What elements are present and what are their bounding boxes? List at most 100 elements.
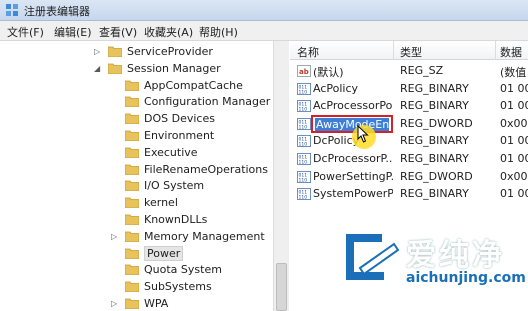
- value-data: 01 00: [500, 152, 528, 165]
- svg-text:110: 110: [299, 124, 308, 130]
- expand-arrow-icon[interactable]: ▷: [111, 299, 120, 308]
- binary-value-icon: 011 110: [297, 100, 311, 113]
- tree-node-label: Power: [144, 245, 184, 261]
- tree-node-label: ServiceProvider: [127, 45, 213, 58]
- watermark: 爱纯净 aichunjing.com: [340, 228, 528, 311]
- tree-node[interactable]: AppCompatCache: [111, 77, 243, 94]
- tree-node-label: DOS Devices: [144, 112, 215, 126]
- value-name: PowerSettingP...: [313, 169, 393, 183]
- value-row[interactable]: 011110DcPolicyREG_BINARY01 00: [290, 132, 528, 150]
- tree-node[interactable]: Power: [111, 245, 184, 262]
- folder-icon: [125, 180, 139, 192]
- tree-node[interactable]: ◢ Session Manager: [94, 60, 221, 77]
- value-type: REG_BINARY: [400, 187, 469, 201]
- value-row[interactable]: 011110AcProcessorPo... REG_BINARY 01 00: [290, 97, 528, 115]
- column-type-header[interactable]: 类型: [400, 44, 422, 60]
- svg-text:110: 110: [299, 195, 308, 201]
- folder-icon: [125, 281, 139, 293]
- value-data: 0x000: [500, 169, 528, 183]
- value-data: 0x000: [500, 116, 528, 130]
- folder-icon: [108, 63, 122, 74]
- column-name-header[interactable]: 名称: [297, 44, 319, 60]
- menu-favorites[interactable]: 收藏夹(A): [144, 24, 193, 40]
- registry-editor-icon: [6, 4, 18, 16]
- mouse-cursor-highlight: [352, 125, 376, 149]
- tree-node[interactable]: Quota System: [111, 261, 222, 278]
- tree-node[interactable]: ▷ WPA: [111, 295, 168, 311]
- tree-node-label: SubSystems: [144, 280, 212, 294]
- tree-node[interactable]: ▷ Memory Management: [111, 228, 265, 245]
- folder-icon: [125, 147, 139, 158]
- rename-input[interactable]: AwayModeEna...: [311, 114, 393, 133]
- menu-help[interactable]: 帮助(H): [199, 24, 238, 40]
- watermark-logo-icon: [346, 234, 400, 280]
- value-row[interactable]: 011110DcProcessorP... REG_BINARY 01 00: [290, 150, 528, 168]
- tree-node[interactable]: FileRenameOperations: [111, 161, 268, 178]
- folder-icon: [125, 130, 139, 141]
- menu-edit[interactable]: 编辑(E): [54, 24, 92, 40]
- tree-node[interactable]: Executive: [111, 144, 198, 161]
- menu-view[interactable]: 查看(V): [99, 24, 137, 40]
- folder-icon: [125, 248, 139, 259]
- value-type: REG_BINARY: [400, 152, 469, 165]
- binary-value-icon: 011 110: [297, 117, 311, 130]
- folder-icon: [125, 96, 139, 108]
- expand-arrow-icon[interactable]: ▷: [94, 47, 103, 56]
- svg-text:110: 110: [299, 177, 308, 183]
- tree-node-label: Quota System: [144, 263, 222, 277]
- pointer-icon: [357, 125, 369, 143]
- value-row[interactable]: 011110PowerSettingP... REG_DWORD 0x000: [290, 168, 528, 186]
- value-row[interactable]: ab (默认) REG_SZ (数值: [290, 62, 528, 80]
- value-type: REG_BINARY: [400, 99, 469, 113]
- value-name: SystemPowerP...: [313, 187, 393, 201]
- svg-text:110: 110: [299, 142, 308, 148]
- tree-node[interactable]: I/O System: [111, 177, 204, 194]
- tree-node[interactable]: ▷ ServiceProvider: [94, 43, 213, 60]
- expand-arrow-icon[interactable]: ◢: [94, 64, 103, 73]
- tree-node-label: WPA: [144, 297, 169, 310]
- value-type: REG_BINARY: [400, 134, 469, 148]
- binary-value-icon: 011 110: [297, 135, 311, 148]
- value-row[interactable]: 011110SystemPowerP... REG_BINARY 01 00: [290, 185, 528, 203]
- menu-bar: 文件(F) 编辑(E) 查看(V) 收藏夹(A) 帮助(H): [0, 21, 528, 41]
- svg-text:110: 110: [299, 107, 308, 113]
- tree-scrollbar-thumb[interactable]: [276, 263, 287, 311]
- tree-node-label: AppCompatCache: [144, 78, 243, 92]
- tree-node[interactable]: Configuration Manager: [111, 93, 270, 110]
- tree-node[interactable]: DOS Devices: [111, 110, 215, 127]
- tree-node[interactable]: SubSystems: [111, 278, 212, 295]
- tree-scrollbar[interactable]: [273, 41, 289, 311]
- value-row[interactable]: 011110 AwayModeEna... REG_DWORD 0x000: [290, 114, 528, 133]
- tree-node-label: KnownDLLs: [144, 213, 208, 226]
- value-data: 01 00: [500, 99, 528, 113]
- value-type: REG_DWORD: [400, 169, 473, 183]
- folder-icon: [125, 231, 139, 242]
- tree-node-label: Environment: [144, 129, 215, 142]
- tree-node[interactable]: KnownDLLs: [111, 211, 207, 228]
- tree-node-label: FileRenameOperations: [144, 162, 268, 176]
- list-header: 名称 类型 数据: [290, 41, 528, 60]
- svg-text:110: 110: [299, 160, 308, 166]
- tree-node-label: Session Manager: [127, 61, 221, 75]
- binary-value-icon: 011 110: [297, 170, 311, 183]
- string-value-icon: ab: [297, 65, 311, 77]
- watermark-brand: 爱纯净: [406, 238, 505, 273]
- folder-icon: [125, 164, 139, 175]
- value-name: DcProcessorP...: [313, 152, 393, 165]
- binary-value-icon: 011 110: [297, 188, 311, 201]
- tree-node[interactable]: Environment: [111, 127, 214, 144]
- window-title: 注册表编辑器: [24, 5, 90, 18]
- value-name: (默认): [313, 66, 344, 79]
- title-bar: 注册表编辑器: [0, 0, 528, 21]
- menu-file[interactable]: 文件(F): [7, 24, 44, 40]
- value-row[interactable]: 011110AcPolicy REG_BINARY 01 00: [290, 80, 528, 98]
- tree-node[interactable]: kernel: [111, 194, 178, 211]
- expand-arrow-icon[interactable]: ▷: [111, 232, 120, 241]
- column-data-header[interactable]: 数据: [500, 44, 522, 60]
